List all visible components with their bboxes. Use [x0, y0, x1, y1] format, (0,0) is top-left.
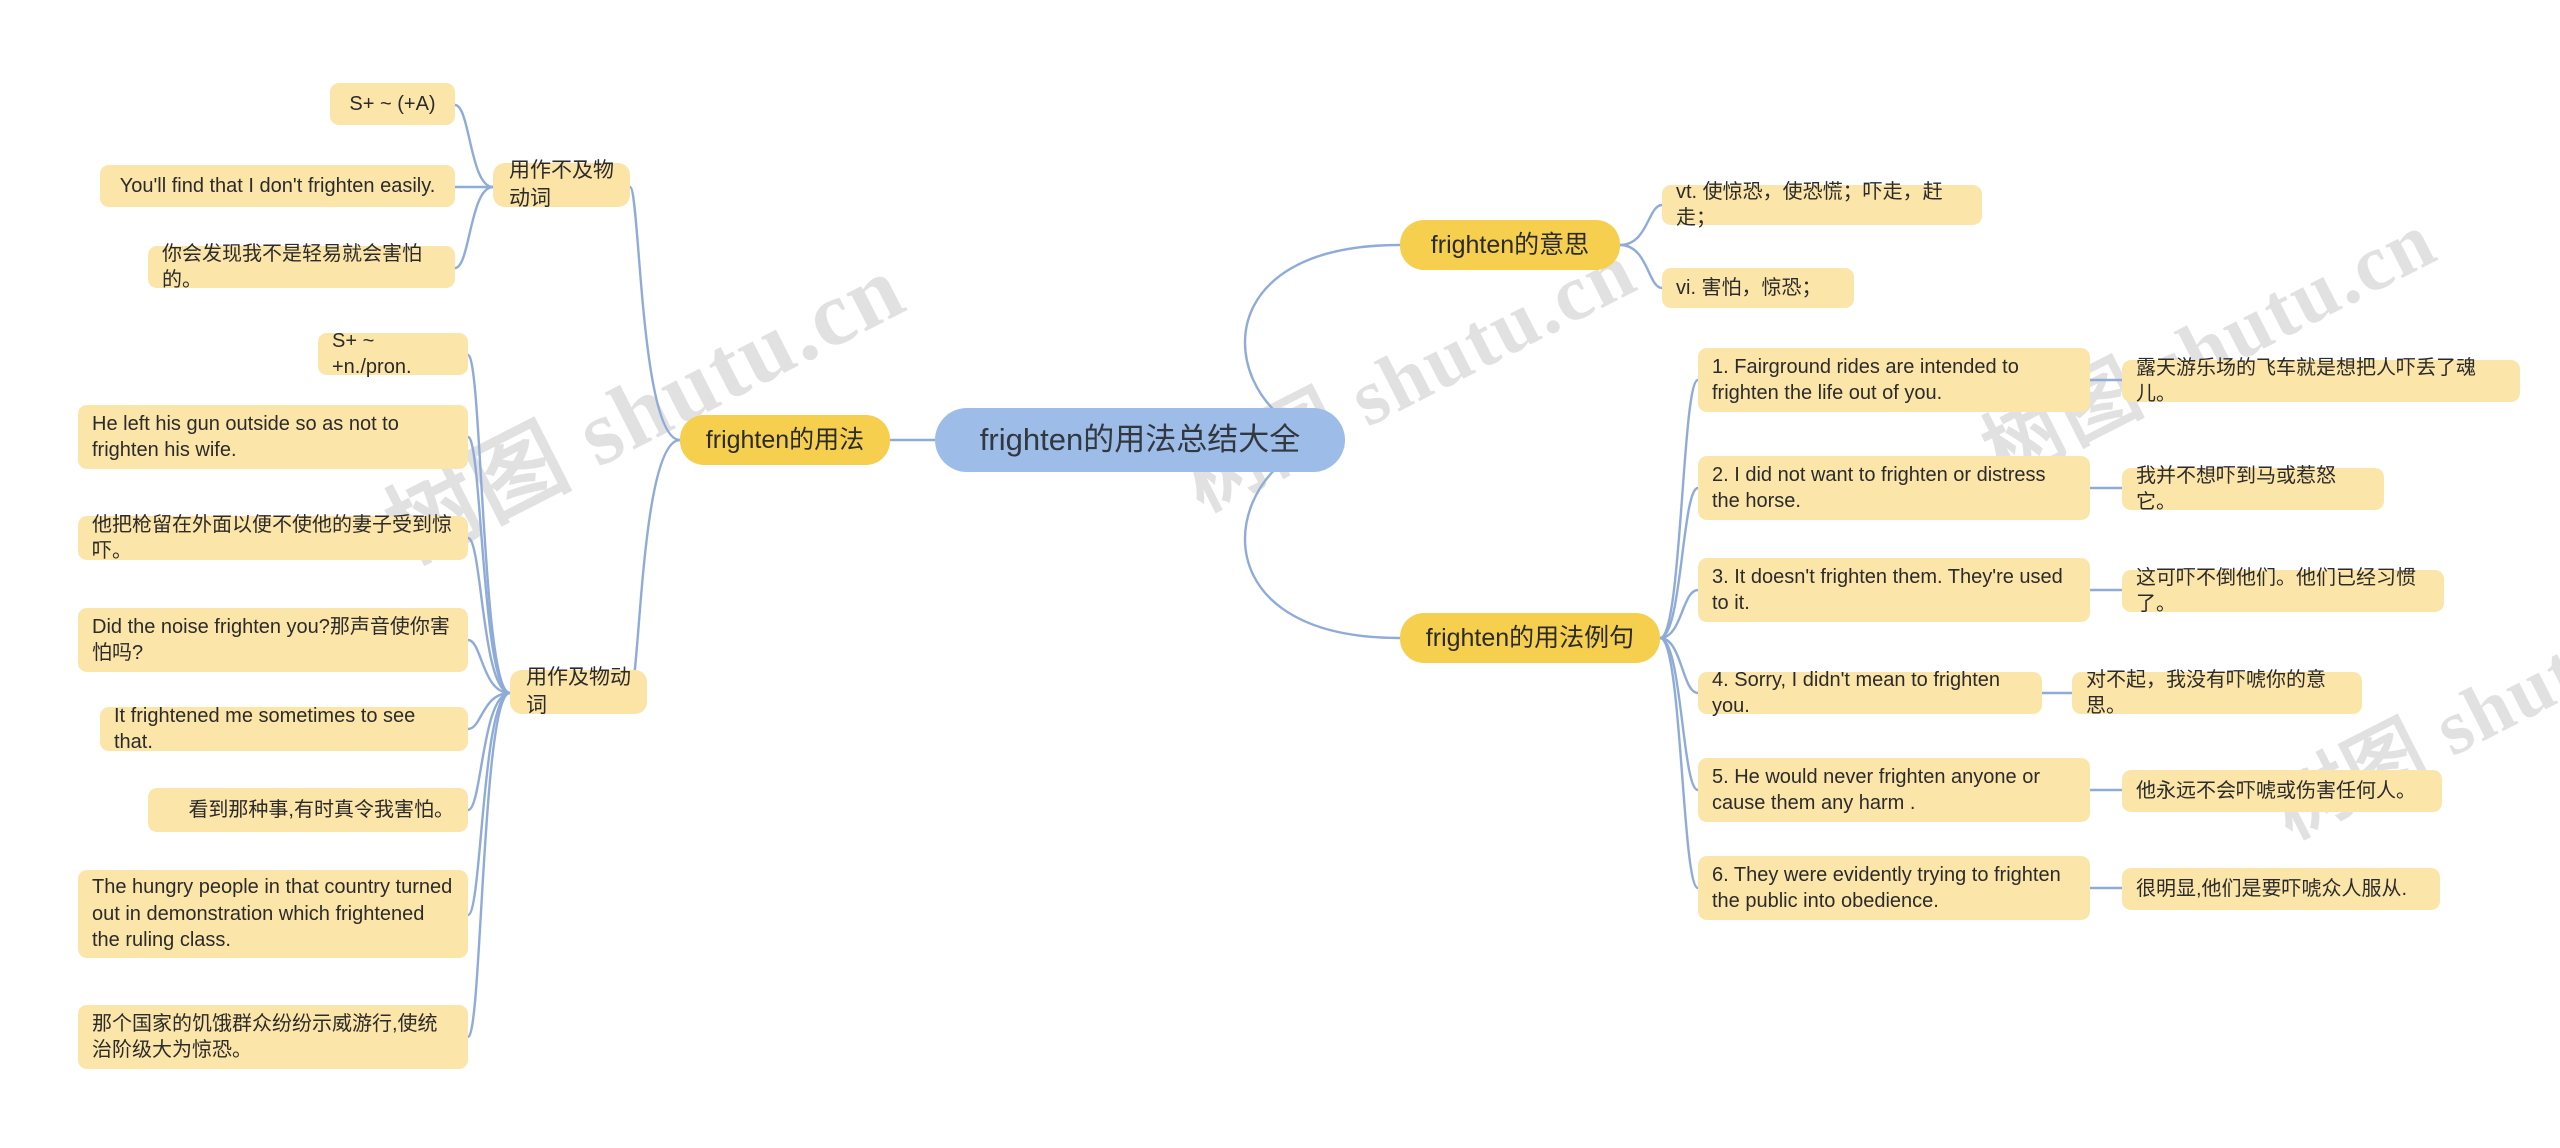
sub-branch-intransitive[interactable]: 用作不及物动词 [493, 159, 630, 210]
sub-branch-transitive[interactable]: 用作及物动词 [510, 666, 647, 717]
leaf-intransitive-example-en[interactable]: You'll find that I don't frighten easily… [100, 165, 455, 207]
leaf-example-1-zh[interactable]: 露天游乐场的飞车就是想把人吓丢了魂儿。 [2122, 357, 2520, 405]
leaf-intransitive-pattern[interactable]: S+ ~ (+A) [330, 83, 455, 125]
leaf-example-1-en[interactable]: 1. Fairground rides are intended to frig… [1698, 348, 2090, 412]
leaf-transitive-example-2[interactable]: Did the noise frighten you?那声音使你害怕吗? [78, 608, 468, 672]
leaf-transitive-example-4-zh[interactable]: 那个国家的饥饿群众纷纷示威游行,使统治阶级大为惊恐。 [78, 1005, 468, 1069]
leaf-meaning-vi[interactable]: vi. 害怕，惊恐； [1662, 268, 1854, 308]
leaf-example-5-en[interactable]: 5. He would never frighten anyone or cau… [1698, 758, 2090, 822]
leaf-example-2-en[interactable]: 2. I did not want to frighten or distres… [1698, 456, 2090, 520]
leaf-example-3-en[interactable]: 3. It doesn't frighten them. They're use… [1698, 558, 2090, 622]
leaf-transitive-example-3-en[interactable]: It frightened me sometimes to see that. [100, 705, 468, 753]
leaf-meaning-vt[interactable]: vt. 使惊恐，使恐慌；吓走，赶走； [1662, 181, 1982, 229]
leaf-transitive-example-3-zh[interactable]: 看到那种事,有时真令我害怕。 [148, 788, 468, 832]
leaf-transitive-pattern[interactable]: S+ ~ +n./pron. [318, 330, 468, 378]
leaf-example-3-zh[interactable]: 这可吓不倒他们。他们已经习惯了。 [2122, 567, 2444, 615]
leaf-transitive-example-1-zh[interactable]: 他把枪留在外面以便不使他的妻子受到惊吓。 [78, 514, 468, 562]
branch-examples[interactable]: frighten的用法例句 [1400, 613, 1660, 663]
branch-usage[interactable]: frighten的用法 [680, 415, 890, 465]
leaf-example-6-en[interactable]: 6. They were evidently trying to frighte… [1698, 856, 2090, 920]
leaf-example-4-zh[interactable]: 对不起，我没有吓唬你的意思。 [2072, 669, 2362, 717]
leaf-example-5-zh[interactable]: 他永远不会吓唬或伤害任何人。 [2122, 770, 2442, 812]
root-node[interactable]: frighten的用法总结大全 [935, 408, 1345, 472]
leaf-example-2-zh[interactable]: 我并不想吓到马或惹怒它。 [2122, 465, 2384, 513]
leaf-example-4-en[interactable]: 4. Sorry, I didn't mean to frighten you. [1698, 669, 2042, 717]
branch-meaning[interactable]: frighten的意思 [1400, 220, 1620, 270]
leaf-example-6-zh[interactable]: 很明显,他们是要吓唬众人服从. [2122, 868, 2440, 910]
mindmap-canvas: 树图 shutu.cn 树图 shutu.cn 树图 shutu.cn 树图 s… [0, 0, 2560, 1148]
leaf-intransitive-example-zh[interactable]: 你会发现我不是轻易就会害怕的。 [148, 243, 455, 291]
leaf-transitive-example-1-en[interactable]: He left his gun outside so as not to fri… [78, 405, 468, 469]
leaf-transitive-example-4-en[interactable]: The hungry people in that country turned… [78, 870, 468, 958]
